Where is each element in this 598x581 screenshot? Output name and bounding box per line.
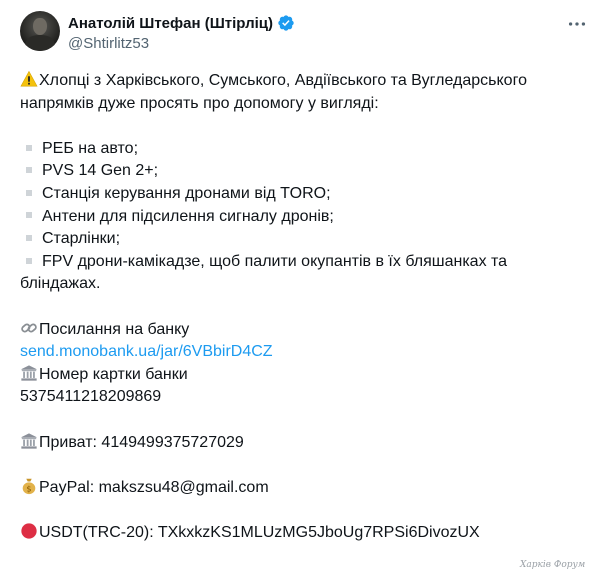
card-label: Номер картки банки [39, 365, 188, 383]
red-circle-icon [21, 523, 37, 539]
bullet-icon [26, 167, 32, 174]
warning-icon [20, 70, 38, 87]
bullet-icon [26, 234, 32, 241]
list-item: Станція керування дронами від TORO; [20, 183, 580, 206]
list-item: Антени для підсилення сигналу дронів; [20, 206, 580, 229]
bank-icon [20, 365, 38, 381]
tweet-text: Хлопці з Харківського, Сумського, Авдіїв… [20, 70, 580, 544]
bullet-icon [26, 189, 32, 196]
usdt-text: USDT(TRC-20): TXkxkzKS1MLUzMG5JboUg7RPSi… [39, 523, 480, 541]
list-item: PVS 14 Gen 2+; [20, 160, 580, 183]
link-icon [21, 323, 37, 332]
avatar-face [33, 18, 47, 35]
card-number: 5375411218209869 [20, 388, 162, 406]
bank-link-label: Посилання на банку [39, 320, 190, 338]
watermark-logo: Харків Форум [520, 560, 586, 570]
list-item: Старлінки; [20, 228, 580, 251]
verified-badge-icon [278, 15, 294, 31]
list-item-continuation: бліндажах. [20, 275, 101, 293]
svg-text:$: $ [26, 483, 31, 493]
bullet-icon [26, 212, 32, 219]
bullet-icon [26, 144, 32, 151]
author-name-row[interactable]: Анатолій Штефан (Штірліц) [68, 14, 295, 32]
author-display-name[interactable]: Анатолій Штефан (Штірліц) [68, 15, 273, 32]
paypal-line: $ PayPal: makszsu48@gmail.com [20, 477, 580, 500]
intro-line-1: Хлопці з Харківського, Сумського, Авдіїв… [20, 70, 580, 93]
privat-line: Приват: 4149499375727029 [20, 432, 580, 455]
usdt-line: USDT(TRC-20): TXkxkzKS1MLUzMG5JboUg7RPSi… [20, 522, 580, 545]
money-bag-icon: $ [22, 478, 36, 494]
tweet: Анатолій Штефан (Штірліц) @Shtirlitz53 Х… [0, 0, 598, 581]
bank-link-line: send.monobank.ua/jar/6VBbirD4CZ [20, 341, 580, 364]
card-label-line: Номер картки банки [20, 364, 580, 387]
bank-icon [20, 432, 38, 449]
list-item-text: Антени для підсилення сигналу дронів; [42, 207, 334, 225]
monobank-link[interactable]: send.monobank.ua/jar/6VBbirD4CZ [20, 343, 273, 360]
intro-line-2: напрямків дуже просять про допомогу у ви… [20, 94, 379, 112]
bullet-icon [26, 257, 32, 264]
avatar[interactable] [20, 11, 60, 51]
paypal-text: PayPal: makszsu48@gmail.com [39, 478, 269, 496]
more-options-icon[interactable] [566, 13, 588, 35]
list-item: РЕБ на авто; [20, 138, 580, 161]
list-item-text: FPV дрони-камікадзе, щоб палити окупанті… [42, 252, 508, 270]
list-item-text: Старлінки; [42, 230, 121, 248]
list-item: FPV дрони-камікадзе, щоб палити окупанті… [20, 251, 580, 274]
avatar-body [25, 35, 55, 51]
list-item-text: PVS 14 Gen 2+; [42, 162, 159, 180]
bank-link-label-line: Посилання на банку [20, 319, 580, 342]
author-handle[interactable]: @Shtirlitz53 [68, 35, 149, 52]
privat-text: Приват: 4149499375727029 [39, 433, 244, 451]
list-item-text: РЕБ на авто; [42, 139, 139, 157]
list-item-text: Станція керування дронами від TORO; [42, 184, 331, 202]
intro-text-1: Хлопці з Харківського, Сумського, Авдіїв… [39, 72, 527, 89]
